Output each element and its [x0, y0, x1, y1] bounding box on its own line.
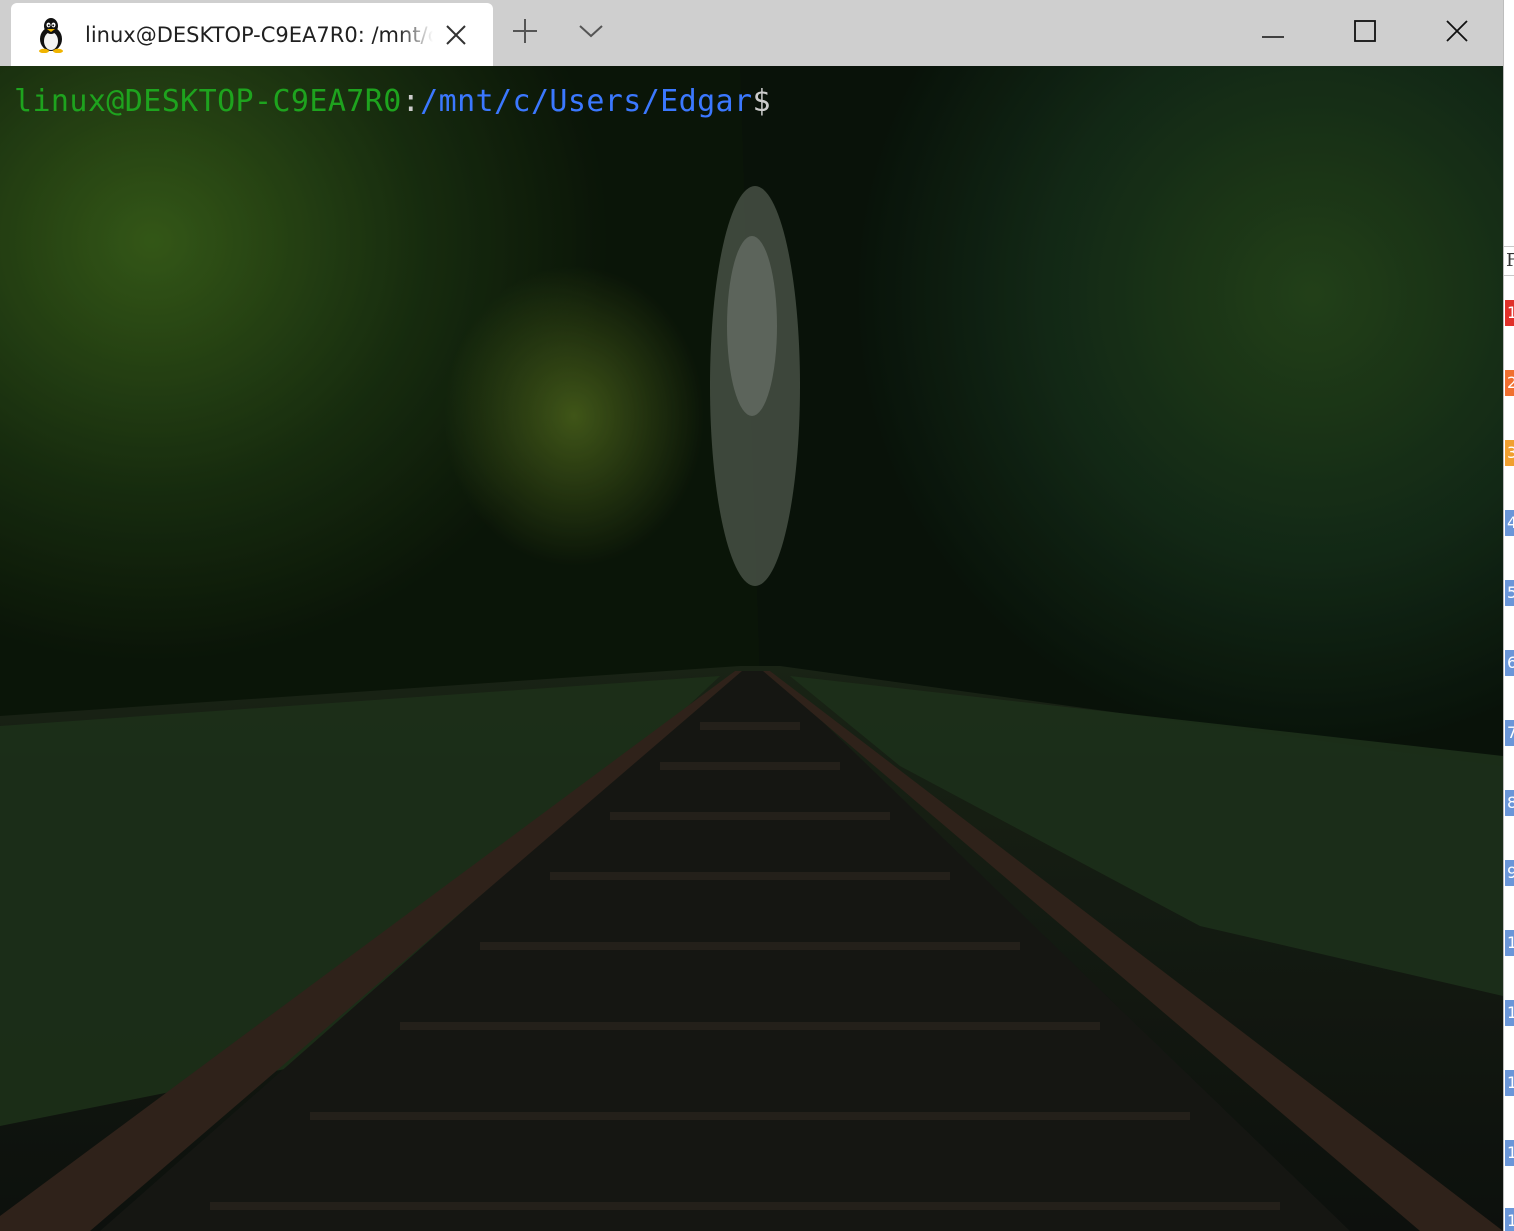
- background-window-row: 1: [1505, 930, 1514, 956]
- background-window-row: 2: [1505, 370, 1514, 396]
- background-window-row: 9: [1505, 860, 1514, 886]
- terminal-pane[interactable]: linux@DESKTOP-C9EA7R0:/mnt/c/Users/Edgar…: [0, 66, 1503, 1231]
- background-window-row: 3: [1505, 440, 1514, 466]
- background-window-row: 7: [1505, 720, 1514, 746]
- tab-dropdown-button[interactable]: [566, 0, 616, 66]
- background-window-row: 5: [1505, 580, 1514, 606]
- background-window-header: F: [1504, 246, 1514, 276]
- prompt-path: /mnt/c/Users/Edgar: [420, 84, 753, 119]
- background-window-row: 1: [1505, 1000, 1514, 1026]
- background-window-row: 6: [1505, 650, 1514, 676]
- close-icon: [1445, 19, 1469, 47]
- background-window-row: 1: [1505, 1208, 1514, 1231]
- prompt-dollar: $: [752, 84, 771, 119]
- background-window-edge[interactable]: F 1 2 3 4 5 6 7 8 9 1 1 1 1 1: [1503, 0, 1514, 1231]
- terminal-window: linux@DESKTOP-C9EA7R0: /mnt/c/Users/Edga…: [0, 0, 1503, 1231]
- plus-icon: [511, 17, 539, 49]
- tab-close-icon[interactable]: [443, 22, 469, 48]
- maximize-button[interactable]: [1319, 0, 1411, 66]
- background-window-row: 1: [1505, 1070, 1514, 1096]
- shell-prompt[interactable]: linux@DESKTOP-C9EA7R0:/mnt/c/Users/Edgar…: [14, 82, 771, 122]
- tux-penguin-icon: [35, 17, 67, 54]
- close-window-button[interactable]: [1411, 0, 1503, 66]
- minimize-icon: [1262, 24, 1284, 43]
- background-image: [0, 66, 1503, 1231]
- tab-active[interactable]: linux@DESKTOP-C9EA7R0: /mnt/c/Users/Edga…: [11, 3, 493, 66]
- maximize-icon: [1354, 20, 1376, 46]
- tab-title: linux@DESKTOP-C9EA7R0: /mnt/c/Users/Edga…: [85, 23, 433, 47]
- background-window-row: 1: [1505, 300, 1514, 326]
- background-window-row: 8: [1505, 790, 1514, 816]
- new-tab-button[interactable]: [500, 0, 550, 66]
- title-bar[interactable]: linux@DESKTOP-C9EA7R0: /mnt/c/Users/Edga…: [0, 0, 1503, 66]
- prompt-user-host: linux@DESKTOP-C9EA7R0: [14, 84, 402, 119]
- minimize-button[interactable]: [1227, 0, 1319, 66]
- prompt-separator: :: [401, 84, 421, 119]
- background-window-row: 1: [1505, 1140, 1514, 1166]
- background-window-row: 4: [1505, 510, 1514, 536]
- chevron-down-icon: [578, 23, 604, 43]
